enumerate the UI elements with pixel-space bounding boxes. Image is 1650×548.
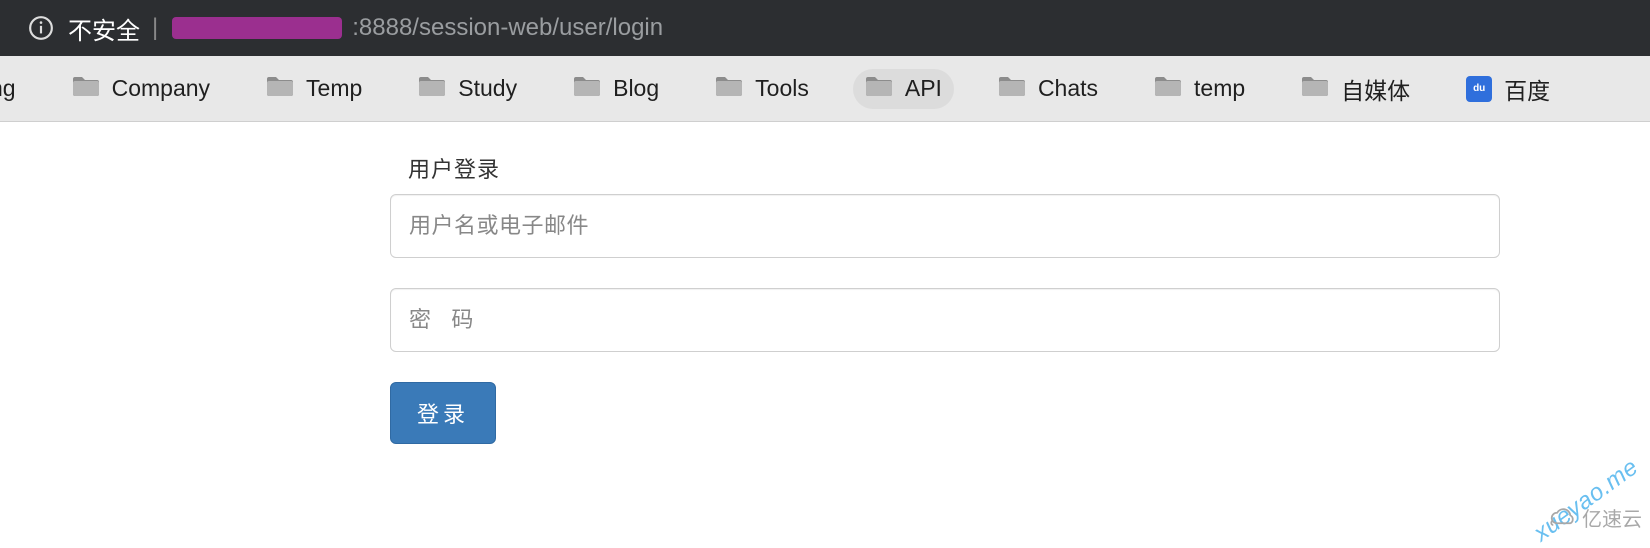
bookmark-item[interactable]: Blog [561,69,671,109]
bookmarks-bar: ng Company Temp Study Blog Tools API Chats temp… [0,56,1650,122]
bookmark-label: Temp [306,75,362,102]
bookmark-item[interactable]: Study [406,69,529,109]
bookmark-label: Tools [755,75,809,102]
bookmark-label: API [905,75,942,102]
bookmark-item[interactable]: Temp [254,69,374,109]
address-separator: | [152,14,158,42]
login-button[interactable]: 登录 [390,382,496,444]
password-input[interactable] [390,288,1500,352]
security-warning: 不安全 [68,11,140,46]
address-bar: 不安全 | :8888/session-web/user/login [0,0,1650,56]
folder-icon [573,75,601,103]
bookmark-label: 自媒体 [1341,72,1410,106]
folder-icon [998,75,1026,103]
folder-icon [715,75,743,103]
page-content: 用户登录 登录 [0,122,1650,444]
watermark-brand-text: 亿速云 [1582,503,1642,532]
bookmark-label: Chats [1038,75,1098,102]
username-input[interactable] [390,194,1500,258]
folder-icon [418,75,446,103]
folder-icon [1301,75,1329,103]
bookmark-item[interactable]: 自媒体 [1289,66,1422,112]
folder-icon [865,75,893,103]
bookmark-item[interactable]: temp [1142,69,1257,109]
form-title: 用户登录 [408,152,1500,184]
bookmark-item[interactable]: API [853,69,954,109]
bookmark-label: Blog [613,75,659,102]
bookmark-label: Study [458,75,517,102]
bookmark-label: temp [1194,75,1245,102]
watermark-diagonal: xueyao.me [1529,453,1644,547]
bookmark-label: ng [0,75,16,102]
bookmark-baidu[interactable]: du 百度 [1454,66,1562,112]
bookmark-partial[interactable]: ng [0,69,28,108]
bookmark-item[interactable]: Chats [986,69,1110,109]
folder-icon [72,75,100,103]
bookmark-item[interactable]: Company [60,69,222,109]
folder-icon [1154,75,1182,103]
bookmark-label: 百度 [1504,72,1550,106]
redacted-host [172,17,342,39]
folder-icon [266,75,294,103]
login-form: 用户登录 登录 [390,152,1500,444]
bookmark-label: Company [112,75,210,102]
address-text[interactable]: 不安全 | :8888/session-web/user/login [68,11,663,46]
cloud-icon [1548,507,1576,529]
baidu-icon: du [1466,76,1492,102]
address-port: :8888 [352,14,412,42]
bookmark-item[interactable]: Tools [703,69,821,109]
info-icon[interactable] [28,15,54,41]
address-path: /session-web/user/login [412,14,663,42]
watermark-brand: 亿速云 [1548,503,1642,532]
